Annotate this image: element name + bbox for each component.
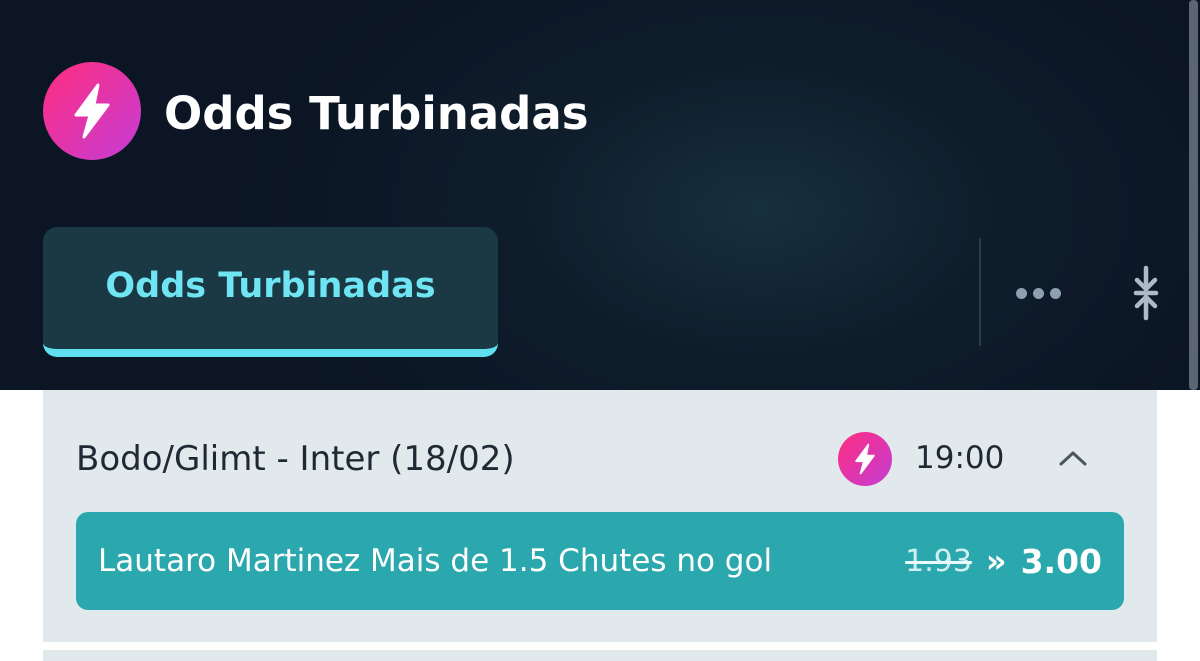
new-odd: 3.00 bbox=[1020, 541, 1102, 581]
chevron-up-icon bbox=[1059, 451, 1087, 466]
double-chevron-right-icon: » bbox=[985, 542, 1007, 580]
scrollbar[interactable] bbox=[1189, 0, 1198, 390]
header: Odds Turbinadas Odds Turbinadas bbox=[0, 0, 1200, 390]
page-title: Odds Turbinadas bbox=[164, 87, 589, 140]
more-options-button[interactable] bbox=[1003, 270, 1073, 316]
next-event-card bbox=[43, 650, 1157, 661]
event-card: Bodo/Glimt - Inter (18/02) 19:00 Lautaro… bbox=[43, 390, 1157, 642]
old-odd: 1.93 bbox=[905, 543, 972, 579]
lightning-bolt-icon bbox=[43, 62, 141, 160]
more-dot bbox=[1032, 287, 1044, 299]
boosted-bet-button[interactable]: Lautaro Martinez Mais de 1.5 Chutes no g… bbox=[76, 512, 1124, 610]
collapse-button[interactable] bbox=[1122, 262, 1170, 324]
lightning-bolt-icon bbox=[838, 432, 892, 486]
collapse-vertical-icon bbox=[1133, 265, 1159, 321]
tab-label: Odds Turbinadas bbox=[105, 266, 436, 306]
tab-odds-turbinadas[interactable]: Odds Turbinadas bbox=[43, 227, 498, 357]
bet-odds: 1.93 » 3.00 bbox=[905, 512, 1102, 610]
more-dot bbox=[1049, 287, 1061, 299]
collapse-event-button[interactable] bbox=[1049, 440, 1097, 476]
event-time: 19:00 bbox=[915, 440, 1005, 476]
event-title[interactable]: Bodo/Glimt - Inter (18/02) bbox=[76, 438, 515, 480]
more-horizontal-icon bbox=[1015, 287, 1027, 299]
bet-label: Lautaro Martinez Mais de 1.5 Chutes no g… bbox=[98, 543, 773, 579]
divider bbox=[979, 238, 981, 346]
